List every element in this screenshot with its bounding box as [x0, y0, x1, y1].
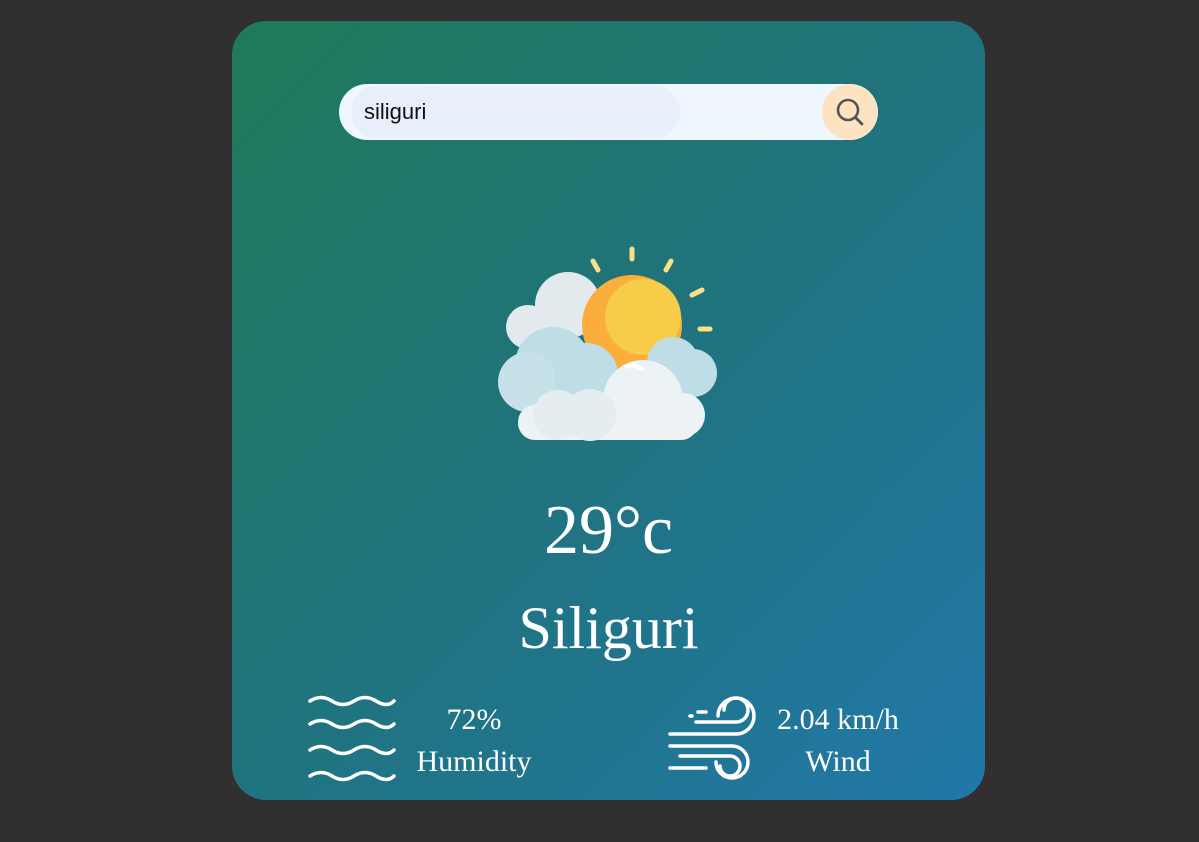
- temperature: 29°c: [543, 492, 674, 569]
- search-button[interactable]: [822, 84, 878, 140]
- search-bar: [339, 84, 878, 140]
- humidity-icon: [308, 695, 396, 782]
- city-name: Siliguri: [518, 595, 699, 661]
- weather-card: 29°c Siliguri 72% Humidity 2.04 km/h Win…: [232, 21, 985, 800]
- search-input[interactable]: [351, 86, 680, 138]
- wind-value: 2.04 km/h: [777, 703, 899, 736]
- wind-icon: [668, 696, 756, 780]
- wind-label: Wind: [805, 745, 871, 778]
- partly-cloudy-icon: [498, 246, 717, 441]
- wind-info: 2.04 km/h Wind: [763, 699, 913, 783]
- humidity-info: 72% Humidity: [404, 699, 544, 783]
- humidity-label: Humidity: [416, 745, 532, 778]
- humidity-value: 72%: [446, 703, 502, 736]
- search-icon: [836, 98, 864, 126]
